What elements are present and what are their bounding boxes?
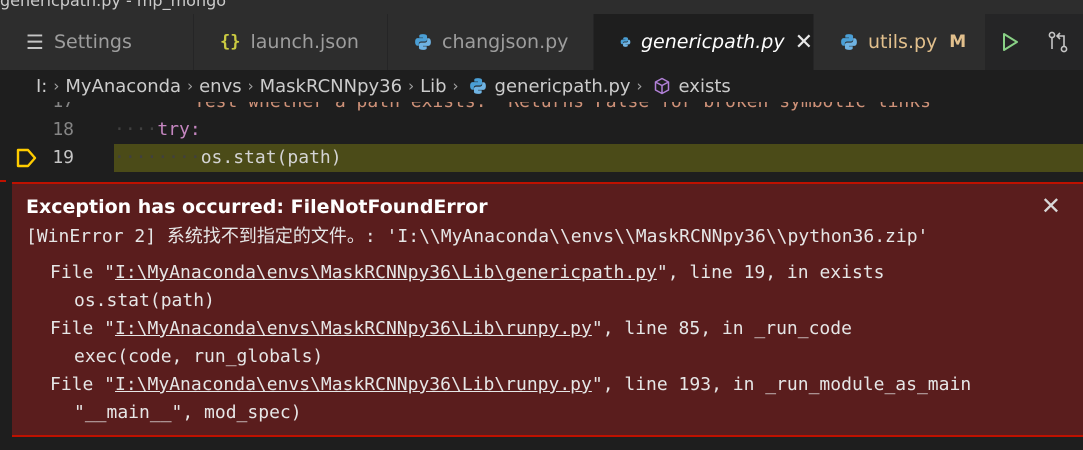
frame-prefix: File " [50,262,116,283]
statement-text: os.stat(path) [200,147,342,168]
breadcrumb-myanaconda[interactable]: MyAnaconda [65,76,181,97]
breadcrumb: I: › MyAnaconda › envs › MaskRCNNpy36 › … [0,70,1083,102]
python-icon [841,34,857,50]
frame-suffix: ", line 193, in _run_module_as_main [591,374,972,395]
stack-frame: File "I:\MyAnaconda\envs\MaskRCNNpy36\Li… [50,262,884,283]
exception-widget: Exception has occurred: FileNotFoundErro… [12,182,1083,437]
frame-suffix: ", line 19, in exists [656,262,885,283]
breadcrumb-lib[interactable]: Lib [420,76,446,97]
close-tab-icon[interactable]: ✕ [795,30,813,55]
editor-actions [987,14,1083,70]
frame-prefix: File " [50,318,116,339]
chevron-right-icon: › [636,77,643,95]
line-number: 19 [52,147,74,168]
tab-label: Settings [53,31,132,53]
code-text: ········os.stat(path) [114,144,342,172]
code-line-current: 19 ········os.stat(path) [0,144,1083,172]
exception-message: [WinError 2] 系统找不到指定的文件。: 'I:\\MyAnacond… [26,226,929,247]
frame-code: os.stat(path) [74,290,215,311]
code-line: 18 ····try: [0,116,1083,144]
editor-lower-area [0,437,1083,450]
settings-icon: ☰ [26,30,44,54]
tab-launch-json[interactable]: {} launch.json [194,14,388,70]
frame-file-link[interactable]: I:\MyAnaconda\envs\MaskRCNNpy36\Lib\runp… [115,374,592,395]
tab-label: changjson.py [442,31,569,53]
docstring-text: Test whether a path exists. Returns Fals… [194,102,931,112]
breadcrumb-maskrcnnpy36[interactable]: MaskRCNNpy36 [260,76,402,97]
frame-prefix: File " [50,374,116,395]
breadcrumb-envs[interactable]: envs [199,76,242,97]
chevron-right-icon: › [53,77,60,95]
chevron-right-icon: › [452,77,459,95]
frame-file-link[interactable]: I:\MyAnaconda\envs\MaskRCNNpy36\Lib\runp… [115,318,592,339]
frame-code: "__main__", mod_spec) [74,402,302,423]
vscode-window: genericpath.py - mp_mongo ☰ Settings {} … [0,0,1083,450]
tab-label: launch.json [250,31,359,53]
tab-changjson-py[interactable]: changjson.py [388,14,594,70]
title-bar: genericpath.py - mp_mongo [0,0,1083,14]
python-icon [415,34,431,50]
frame-code: exec(code, run_globals) [74,346,324,367]
frame-file-link[interactable]: I:\MyAnaconda\envs\MaskRCNNpy36\Lib\gene… [115,262,657,283]
tab-utils-py[interactable]: utils.py M [814,14,986,70]
whitespace-marker: ···· [114,119,158,140]
chevron-right-icon: › [408,77,415,95]
run-icon[interactable] [1000,31,1020,53]
gutter-strip [0,182,12,437]
frame-suffix: ", line 85, in _run_code [591,318,852,339]
symbol-method-icon [654,77,669,95]
whitespace-marker: ········ [114,147,201,168]
modified-badge: M [949,32,967,52]
breadcrumb-drive[interactable]: I: [36,76,47,97]
stack-frame: File "I:\MyAnaconda\envs\MaskRCNNpy36\Li… [50,318,852,339]
breadcrumb-genericpath-py[interactable]: genericpath.py [495,76,631,97]
close-icon[interactable]: ✕ [1041,192,1061,220]
keyword-try: try [157,119,190,140]
chevron-right-icon: › [247,77,254,95]
tab-label: utils.py [868,31,938,53]
json-braces-icon: {} [220,32,241,52]
code-line: 17 Test whether a path exists. Returns F… [0,102,1083,116]
python-icon [469,78,486,94]
compare-changes-icon[interactable] [1046,30,1070,54]
line-number: 18 [52,119,74,140]
tab-settings[interactable]: ☰ Settings [0,14,194,70]
python-icon [620,37,631,47]
stack-frame: File "I:\MyAnaconda\envs\MaskRCNNpy36\Li… [50,374,971,395]
tab-label: genericpath.py [641,31,785,53]
exception-title: Exception has occurred: FileNotFoundErro… [26,196,488,218]
punctuation-colon: : [189,119,201,140]
window-title: genericpath.py - mp_mongo [0,0,227,10]
breadcrumb-exists[interactable]: exists [679,76,731,97]
chevron-right-icon: › [187,77,194,95]
tab-genericpath-py[interactable]: genericpath.py ✕ [594,14,814,70]
editor-tab-strip: ☰ Settings {} launch.json changjson.py g… [0,14,1083,70]
line-number: 17 [0,102,74,116]
code-text: ····try: [114,116,201,144]
code-text: Test whether a path exists. Returns Fals… [194,102,931,116]
